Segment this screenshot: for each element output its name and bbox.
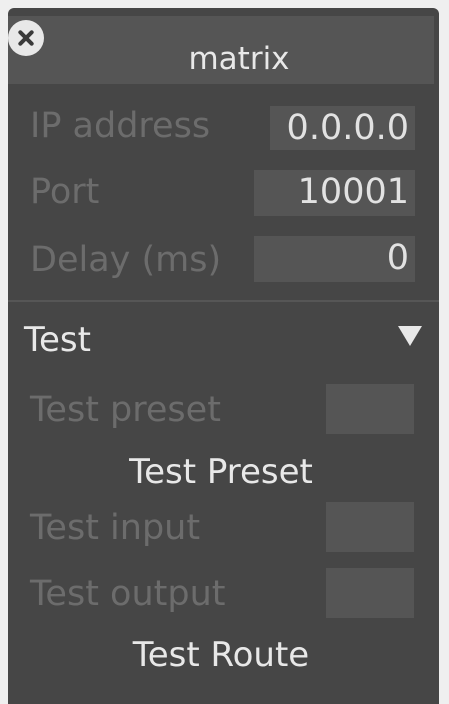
test-section-title: Test: [24, 320, 91, 360]
ip-address-field[interactable]: 0.0.0.0: [270, 106, 415, 150]
delay-field[interactable]: 0: [254, 236, 415, 282]
close-icon[interactable]: [8, 20, 44, 56]
test-preset-button[interactable]: Test Preset: [8, 451, 434, 493]
test-section-header[interactable]: Test: [8, 308, 434, 368]
test-preset-label: Test preset: [30, 390, 221, 430]
test-route-button[interactable]: Test Route: [8, 634, 434, 676]
section-divider: [8, 300, 439, 302]
test-output-toggle[interactable]: [326, 568, 414, 618]
port-field[interactable]: 10001: [254, 170, 415, 216]
triangle-down-icon[interactable]: [398, 326, 422, 346]
test-input-label: Test input: [30, 508, 201, 548]
test-preset-toggle[interactable]: [326, 384, 414, 434]
port-label: Port: [30, 172, 100, 212]
title-bar: matrix: [8, 16, 434, 84]
ip-address-label: IP address: [30, 106, 211, 146]
test-output-label: Test output: [30, 574, 226, 614]
delay-label: Delay (ms): [30, 240, 222, 280]
test-input-toggle[interactable]: [326, 502, 414, 552]
panel-title: matrix: [188, 41, 290, 77]
